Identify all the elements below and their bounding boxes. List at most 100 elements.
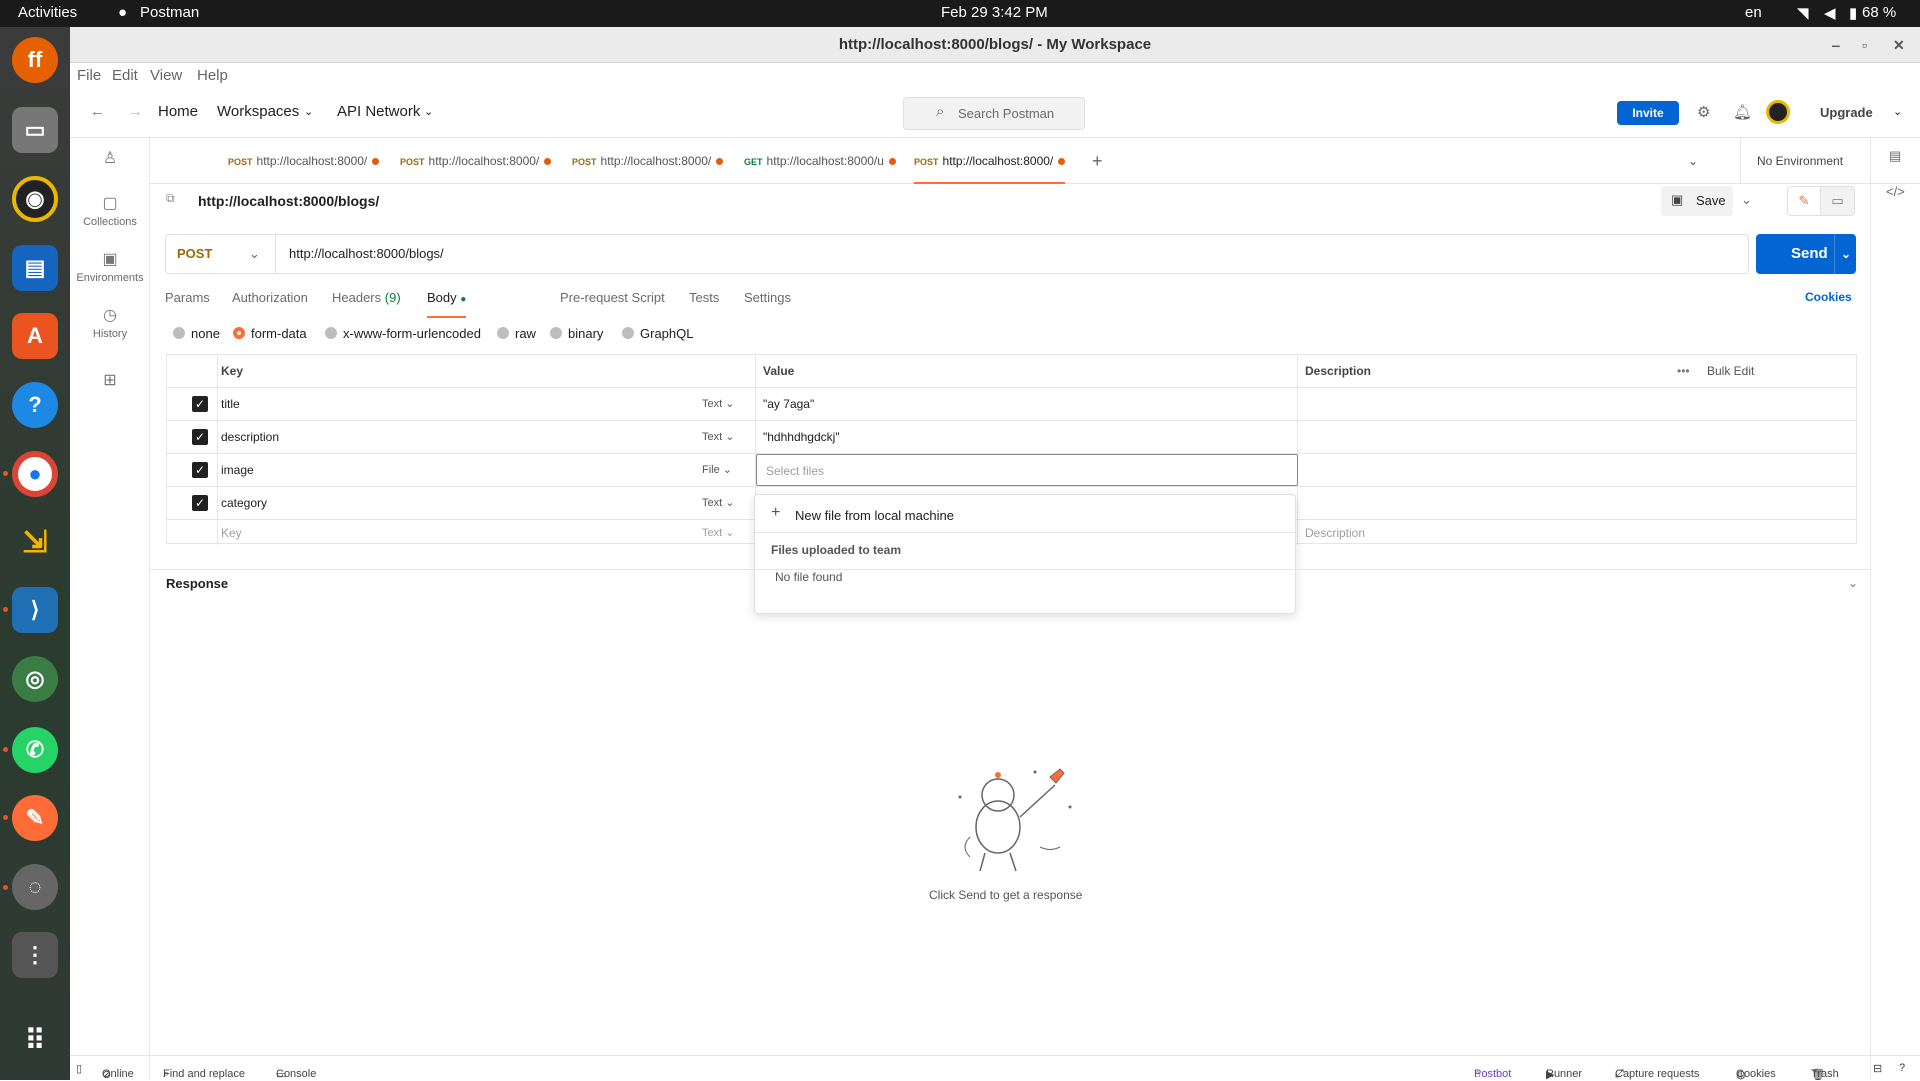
new-file-from-local-option[interactable]: New file from local machine — [795, 508, 954, 523]
type-selector[interactable]: Text ⌄ — [702, 397, 734, 410]
profile-icon[interactable]: ♙ — [70, 148, 150, 171]
request-tab[interactable]: GET http://localhost:8000/u — [744, 138, 896, 184]
forward-arrow-icon[interactable]: → — [128, 103, 143, 120]
edit-pencil-icon[interactable]: ✎ — [1787, 186, 1821, 216]
radio-binary[interactable]: binary — [550, 326, 603, 341]
type-selector[interactable]: Text ⌄ — [702, 430, 734, 443]
key-cell[interactable]: title — [221, 397, 240, 411]
select-files-input[interactable]: Select files — [756, 454, 1298, 486]
tab-settings[interactable]: Settings — [744, 290, 791, 318]
notifications-bell-icon[interactable]: 🔔︎ — [1733, 103, 1752, 121]
value-cell[interactable]: "ay 7aga" — [763, 397, 814, 411]
radio-form-data[interactable]: form-data — [233, 326, 307, 341]
new-tab-plus-icon[interactable]: + — [1092, 138, 1103, 184]
activities-button[interactable]: Activities — [18, 4, 77, 21]
sidebar-item-environments[interactable]: ▣ Environments — [70, 249, 150, 284]
help-icon[interactable]: ? — [12, 382, 58, 428]
row-enabled-checkbox[interactable]: ✓ — [192, 396, 208, 412]
toggle-sidebar-icon[interactable]: ▯ — [76, 1062, 82, 1075]
tab-params[interactable]: Params — [165, 290, 210, 318]
avatar[interactable] — [1766, 100, 1790, 124]
new-description-input[interactable]: Description — [1305, 526, 1365, 540]
request-tab[interactable]: POST http://localhost:8000/ — [400, 138, 552, 184]
app-center-icon[interactable]: A — [12, 313, 58, 359]
files-icon[interactable]: ▭ — [12, 107, 58, 153]
battery-icon[interactable]: ▮ — [1849, 4, 1857, 22]
key-cell[interactable]: image — [221, 463, 254, 477]
wifi-icon[interactable]: ◥ — [1797, 4, 1809, 22]
radio-raw[interactable]: raw — [497, 326, 536, 341]
more-options-icon[interactable]: ••• — [1677, 355, 1690, 387]
chrome-icon[interactable]: ● — [12, 451, 58, 497]
tab-headers[interactable]: Headers (9) — [332, 290, 401, 318]
writer-icon[interactable]: ▤ — [12, 245, 58, 291]
new-key-input[interactable]: Key — [221, 526, 242, 540]
url-input[interactable]: http://localhost:8000/blogs/ — [289, 246, 444, 261]
sidebar-item-history[interactable]: ◷ History — [70, 305, 150, 340]
minimize-icon[interactable]: ‒ — [1832, 27, 1840, 63]
app-name-label[interactable]: Postman — [140, 4, 199, 21]
radio-none[interactable]: none — [173, 326, 220, 341]
home-link[interactable]: Home — [158, 103, 198, 120]
row-enabled-checkbox[interactable]: ✓ — [192, 429, 208, 445]
radio-graphql[interactable]: GraphQL — [622, 326, 693, 341]
configure-sidebar-icon[interactable]: ⊞ — [70, 370, 150, 393]
help-icon[interactable]: ? — [1899, 1062, 1905, 1074]
disk-usage-icon[interactable]: ◌ — [12, 864, 58, 910]
maximize-icon[interactable]: ▫ — [1862, 27, 1867, 63]
cookies-link[interactable]: Cookies — [1805, 290, 1852, 304]
clock[interactable]: Feb 29 3:42 PM — [941, 4, 1048, 21]
api-network-dropdown[interactable]: API Network — [337, 103, 420, 120]
response-label[interactable]: Response — [166, 576, 228, 591]
method-selector[interactable]: POST ⌄ — [166, 235, 276, 273]
remote-desktop-icon[interactable]: ⇲ — [12, 519, 58, 565]
tab-tests[interactable]: Tests — [689, 290, 719, 318]
tab-body[interactable]: Body ● — [427, 290, 467, 318]
menu-view[interactable]: View — [150, 67, 182, 84]
firefox-icon[interactable]: ff — [12, 37, 58, 83]
send-options-chevron-icon[interactable]: ⌄ — [1834, 234, 1851, 274]
layout-toggle-icon[interactable]: ⊟ — [1873, 1062, 1882, 1075]
radio-x-www-form-urlencoded[interactable]: x-www-form-urlencoded — [325, 326, 481, 341]
language-indicator[interactable]: en — [1745, 4, 1762, 21]
key-cell[interactable]: category — [221, 496, 267, 510]
request-name[interactable]: http://localhost:8000/blogs/ — [198, 193, 379, 209]
comments-icon[interactable]: ▭ — [1821, 186, 1855, 216]
vscode-icon[interactable]: ⟩ — [12, 587, 58, 633]
upgrade-button[interactable]: Upgrade — [1820, 105, 1873, 120]
sidebar-item-collections[interactable]: ▢ Collections — [70, 193, 150, 228]
environment-quicklook-icon[interactable]: ▤ — [1889, 148, 1901, 164]
type-selector[interactable]: File ⌄ — [702, 463, 732, 476]
workspaces-dropdown[interactable]: Workspaces — [217, 103, 299, 120]
code-snippet-icon[interactable]: </> — [1886, 184, 1905, 199]
type-selector[interactable]: Text ⌄ — [702, 496, 734, 509]
bulk-edit-button[interactable]: Bulk Edit — [1707, 355, 1754, 387]
whatsapp-icon[interactable]: ✆ — [12, 727, 58, 773]
search-input[interactable]: Search Postman — [903, 97, 1085, 130]
invite-button[interactable]: Invite — [1617, 101, 1679, 125]
show-apps-icon[interactable]: ⠿ — [12, 1017, 58, 1063]
menu-edit[interactable]: Edit — [112, 67, 138, 84]
tabs-overflow-chevron-icon[interactable]: ⌄ — [1688, 138, 1698, 184]
close-icon[interactable]: ✕ — [1893, 27, 1905, 63]
request-tab[interactable]: POST http://localhost:8000/ — [228, 138, 380, 184]
postman-dock-icon[interactable]: ✎ — [12, 795, 58, 841]
row-enabled-checkbox[interactable]: ✓ — [192, 462, 208, 478]
request-tab[interactable]: POST http://localhost:8000/ — [572, 138, 724, 184]
send-button[interactable]: Send ⌄ — [1756, 234, 1856, 274]
row-enabled-checkbox[interactable]: ✓ — [192, 495, 208, 511]
volume-icon[interactable]: ◀ — [1824, 4, 1836, 22]
save-options-chevron-icon[interactable]: ⌄ — [1741, 192, 1752, 208]
value-cell[interactable]: "hdhhdhgdckj" — [763, 430, 840, 444]
collapse-chevron-icon[interactable]: ⌄ — [1848, 576, 1858, 590]
settings-gear-icon[interactable]: ⚙ — [1697, 103, 1710, 121]
menu-help[interactable]: Help — [197, 67, 228, 84]
back-arrow-icon[interactable]: ← — [90, 103, 105, 120]
key-cell[interactable]: description — [221, 430, 279, 444]
menu-file[interactable]: File — [77, 67, 101, 84]
rhythmbox-icon[interactable]: ◉ — [12, 176, 58, 222]
tab-authorization[interactable]: Authorization — [232, 290, 308, 318]
terminal-icon[interactable]: ⋮ — [12, 932, 58, 978]
request-tab-active[interactable]: POST http://localhost:8000/ — [914, 138, 1066, 184]
type-selector[interactable]: Text ⌄ — [702, 526, 734, 539]
